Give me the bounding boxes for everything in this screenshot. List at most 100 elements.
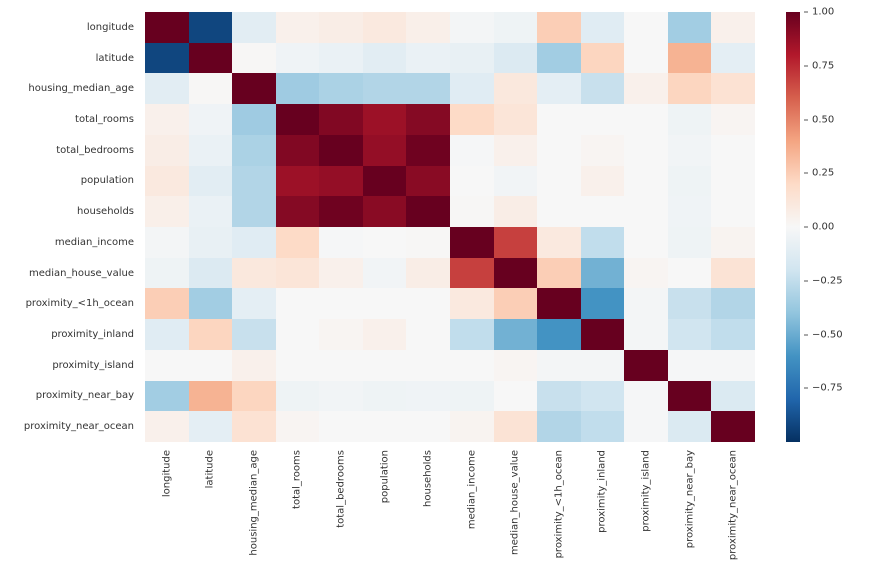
heatmap-cell xyxy=(494,166,538,197)
y-axis-label: longitude xyxy=(0,12,140,43)
heatmap-cell xyxy=(668,227,712,258)
heatmap-cell xyxy=(624,104,668,135)
colorbar-tick: −0.75 xyxy=(804,383,843,394)
heatmap-cell xyxy=(232,258,276,289)
heatmap-cell xyxy=(276,411,320,442)
heatmap-cell xyxy=(668,411,712,442)
heatmap-cell xyxy=(581,381,625,412)
heatmap-cell xyxy=(276,350,320,381)
heatmap-cell xyxy=(232,104,276,135)
heatmap-cell xyxy=(406,411,450,442)
heatmap-cell xyxy=(581,166,625,197)
heatmap-cell xyxy=(711,196,755,227)
heatmap-cell xyxy=(711,135,755,166)
heatmap-cell xyxy=(232,411,276,442)
x-axis-label: longitude xyxy=(145,446,189,576)
heatmap-cell xyxy=(189,381,233,412)
x-axis-label: housing_median_age xyxy=(232,446,276,576)
heatmap-cell xyxy=(189,12,233,43)
heatmap-cell xyxy=(189,43,233,74)
heatmap-cell xyxy=(189,319,233,350)
heatmap-cell xyxy=(581,73,625,104)
heatmap-cell xyxy=(711,43,755,74)
heatmap-cell xyxy=(319,319,363,350)
heatmap-cell xyxy=(581,135,625,166)
heatmap-cell xyxy=(145,381,189,412)
heatmap-cell xyxy=(363,104,407,135)
x-axis-label: total_bedrooms xyxy=(319,446,363,576)
heatmap-cell xyxy=(363,43,407,74)
heatmap-cell xyxy=(711,319,755,350)
heatmap-cell xyxy=(537,288,581,319)
x-axis-label: proximity_near_bay xyxy=(668,446,712,576)
heatmap-cell xyxy=(276,104,320,135)
x-axis-label: proximity_<1h_ocean xyxy=(537,446,581,576)
heatmap-cell xyxy=(363,12,407,43)
heatmap-cell xyxy=(494,104,538,135)
heatmap-cell xyxy=(319,196,363,227)
heatmap-cell xyxy=(494,43,538,74)
heatmap-cell xyxy=(232,288,276,319)
heatmap-cell xyxy=(189,411,233,442)
heatmap-cell xyxy=(276,135,320,166)
y-axis-label: population xyxy=(0,166,140,197)
heatmap-cell xyxy=(450,319,494,350)
heatmap-cell xyxy=(711,381,755,412)
x-axis-label: total_rooms xyxy=(276,446,320,576)
heatmap-cell xyxy=(537,166,581,197)
heatmap-cell xyxy=(145,319,189,350)
heatmap-cell xyxy=(406,227,450,258)
heatmap-cell xyxy=(276,12,320,43)
heatmap-cell xyxy=(668,381,712,412)
y-axis-label: proximity_inland xyxy=(0,319,140,350)
heatmap-cell xyxy=(145,166,189,197)
heatmap-cell xyxy=(232,73,276,104)
colorbar-tick: −0.50 xyxy=(804,329,843,340)
heatmap-cell xyxy=(319,73,363,104)
heatmap-cell xyxy=(711,12,755,43)
colorbar-tick: 0.25 xyxy=(804,168,834,179)
heatmap-cell xyxy=(145,411,189,442)
heatmap-cell xyxy=(494,196,538,227)
heatmap-cell xyxy=(319,135,363,166)
heatmap-cell xyxy=(232,12,276,43)
heatmap-cell xyxy=(537,411,581,442)
y-axis-label: total_rooms xyxy=(0,104,140,135)
heatmap-cell xyxy=(450,258,494,289)
heatmap-cell xyxy=(624,411,668,442)
heatmap-cell xyxy=(363,227,407,258)
heatmap-cell xyxy=(494,73,538,104)
heatmap-cell xyxy=(145,73,189,104)
x-axis-label: households xyxy=(406,446,450,576)
heatmap-cell xyxy=(145,135,189,166)
y-axis-label: median_income xyxy=(0,227,140,258)
heatmap-cell xyxy=(145,227,189,258)
heatmap-cell xyxy=(711,227,755,258)
heatmap-cell xyxy=(537,43,581,74)
heatmap-cell xyxy=(319,43,363,74)
heatmap-cell xyxy=(363,411,407,442)
heatmap-cell xyxy=(537,350,581,381)
heatmap-cell xyxy=(319,258,363,289)
y-axis-label: total_bedrooms xyxy=(0,135,140,166)
heatmap-cell xyxy=(363,73,407,104)
heatmap-cell xyxy=(668,166,712,197)
y-axis-labels: longitudelatitudehousing_median_agetotal… xyxy=(0,12,140,442)
heatmap-cell xyxy=(406,43,450,74)
heatmap-cell xyxy=(711,411,755,442)
x-axis-label: population xyxy=(363,446,407,576)
heatmap-cell xyxy=(537,319,581,350)
heatmap-cell xyxy=(363,196,407,227)
heatmap-cell xyxy=(189,350,233,381)
heatmap-cell xyxy=(363,319,407,350)
heatmap-cell xyxy=(624,227,668,258)
heatmap-cell xyxy=(232,135,276,166)
heatmap-cell xyxy=(189,196,233,227)
heatmap-cell xyxy=(537,135,581,166)
heatmap-cell xyxy=(537,227,581,258)
heatmap-cell xyxy=(450,73,494,104)
heatmap-cell xyxy=(232,196,276,227)
heatmap-cell xyxy=(319,350,363,381)
heatmap-cell xyxy=(319,12,363,43)
colorbar-tick: 0.50 xyxy=(804,114,834,125)
